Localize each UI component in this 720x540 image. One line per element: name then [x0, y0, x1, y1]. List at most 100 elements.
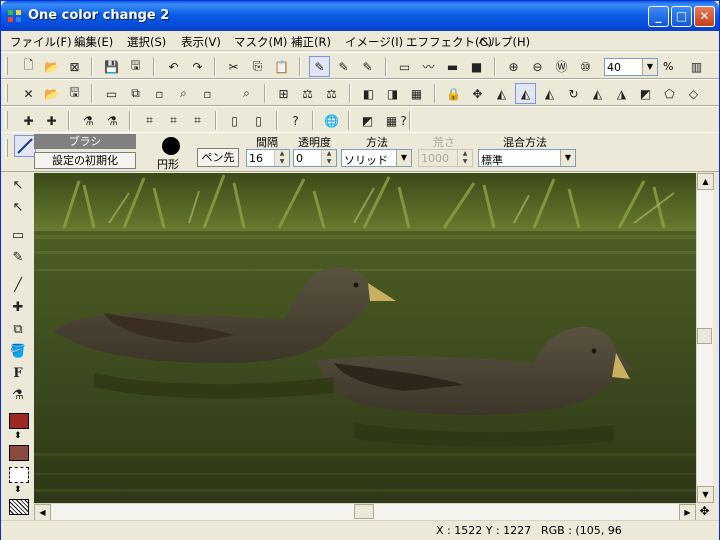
scroll-up-icon[interactable]: ▲ [697, 173, 714, 190]
image-canvas[interactable] [34, 173, 696, 503]
pointer-icon[interactable]: ↖ [7, 175, 29, 195]
new-file-icon[interactable]: 🗋 [18, 56, 39, 77]
clone-icon[interactable]: ⧉ [7, 319, 29, 339]
scroll-down-icon[interactable]: ▼ [697, 486, 714, 503]
maximize-button[interactable]: □ [671, 6, 692, 27]
perspective-icon[interactable]: ⬠ [659, 83, 680, 104]
triangle-pressed-icon[interactable]: ◭ [515, 83, 536, 104]
minimize-button[interactable]: _ [648, 6, 669, 27]
crop-3-icon[interactable]: ⌗ [187, 110, 208, 131]
zoom-select[interactable]: 40 ▼ [604, 58, 658, 76]
blend-select[interactable]: 標準 ▼ [478, 149, 576, 167]
save-icon[interactable]: 💾 [101, 56, 122, 77]
cut-icon[interactable]: ✂ [223, 56, 244, 77]
frame-red-icon[interactable]: ▬ [442, 56, 463, 77]
menu-view[interactable]: 表示(V) [181, 34, 221, 50]
select-blank-icon[interactable]: ▫ [149, 83, 170, 104]
vertical-scrollbar[interactable]: ▲ ▼ [696, 173, 714, 503]
color-replace-icon[interactable]: ✚ [18, 110, 39, 131]
save-sub-icon[interactable]: 🖫 [64, 83, 85, 104]
triangle-2-icon[interactable]: ◭ [539, 83, 560, 104]
move-view-icon[interactable]: ✥ [696, 503, 713, 520]
frame-gray-icon[interactable]: ■ [466, 56, 487, 77]
chevron-down-icon[interactable]: ▼ [642, 59, 657, 75]
select-zoom-2-icon[interactable]: ⌕ [236, 83, 257, 104]
paste-icon[interactable]: 📋 [271, 56, 292, 77]
scale-icon[interactable]: ⚖ [321, 83, 342, 104]
swap-mask-icon[interactable]: ⬍ [14, 485, 22, 495]
skew-icon[interactable]: ◩ [635, 83, 656, 104]
page-icon[interactable]: ▯ [224, 110, 245, 131]
fill-bucket-icon[interactable]: 🪣 [7, 341, 29, 361]
menu-help[interactable]: ヘルプ(H) [478, 34, 530, 50]
help-doc-icon[interactable]: ? [285, 110, 306, 131]
pointer-lasso-icon[interactable]: ↖ [7, 197, 29, 217]
scroll-right-icon[interactable]: ▶ [679, 504, 696, 521]
help-icon[interactable]: ? [393, 110, 414, 131]
close-file-icon[interactable]: ⊠ [64, 56, 85, 77]
undo-icon[interactable]: ↶ [163, 56, 184, 77]
brush-tool-icon[interactable] [14, 135, 36, 157]
select-zoom-icon[interactable]: ⌕ [173, 83, 194, 104]
tone-icon[interactable]: ⊞ [273, 83, 294, 104]
edit-mode-icon[interactable]: ✎ [309, 56, 330, 77]
edit-mode-3-icon[interactable]: ✎ [357, 56, 378, 77]
menu-adjust[interactable]: 補正(R) [291, 34, 331, 50]
gradient-icon[interactable]: ◩ [357, 110, 378, 131]
redo-icon[interactable]: ↷ [187, 56, 208, 77]
triangle-icon[interactable]: ◭ [491, 83, 512, 104]
select-copy-icon[interactable]: ⧉ [125, 83, 146, 104]
eyedropper-icon[interactable]: ⚗ [78, 110, 99, 131]
menu-file[interactable]: ファイル(F) [10, 34, 72, 50]
eyedropper-2-icon[interactable]: ⚗ [102, 110, 123, 131]
lock-icon[interactable]: 🔒 [443, 83, 464, 104]
crop-icon[interactable]: ⌗ [139, 110, 160, 131]
eyedropper-tool-icon[interactable]: ⚗ [7, 385, 29, 405]
flip-icon[interactable]: ◮ [611, 83, 632, 104]
mosaic-icon[interactable]: ▦ [406, 83, 427, 104]
brush-name[interactable]: ブラシ [34, 134, 136, 149]
page-2-icon[interactable]: ▯ [248, 110, 269, 131]
copy-icon[interactable]: ⎘ [247, 56, 268, 77]
swap-colors-icon[interactable]: ⬍ [14, 431, 22, 441]
rect-select-icon[interactable]: ▭ [7, 225, 29, 245]
histogram-icon[interactable]: ▥ [686, 56, 707, 77]
pencil-icon[interactable]: ✎ [7, 247, 29, 267]
opacity-stepper[interactable]: 0 ▲ ▼ [293, 149, 337, 167]
background-color-swatch[interactable] [9, 445, 29, 461]
chevron-down-icon[interactable]: ▼ [560, 150, 575, 166]
horizontal-scroll-thumb[interactable] [354, 504, 374, 519]
distort-icon[interactable]: ◇ [683, 83, 704, 104]
select-rect-icon[interactable]: ▭ [101, 83, 122, 104]
reset-settings-button[interactable]: 設定の初期化 [34, 152, 136, 169]
interval-stepper[interactable]: 16 ▲ ▼ [246, 149, 290, 167]
title-bar[interactable]: One color change 2 _ □ ✕ [1, 1, 719, 31]
text-tool-icon[interactable]: F [7, 363, 29, 383]
color-replace-tool-icon[interactable]: ✚ [7, 297, 29, 317]
pattern-swatch[interactable] [9, 499, 29, 515]
invert-icon[interactable]: ◨ [382, 83, 403, 104]
select-gray-icon[interactable]: ▫ [197, 83, 218, 104]
crop-2-icon[interactable]: ⌗ [163, 110, 184, 131]
chevron-down-icon[interactable]: ▼ [396, 150, 411, 166]
flip-h-icon[interactable]: ◭ [587, 83, 608, 104]
menu-mask[interactable]: マスク(M) [234, 34, 287, 50]
zoom-100-icon[interactable]: ⑩ [575, 56, 596, 77]
menu-image[interactable]: イメージ(I) [345, 34, 403, 50]
frame-wave-icon[interactable]: 〰 [418, 56, 439, 77]
mask-swatch[interactable] [9, 467, 29, 483]
open-file-icon[interactable]: 📂 [41, 56, 62, 77]
menu-edit[interactable]: 編集(E) [74, 34, 113, 50]
move-icon[interactable]: ✥ [467, 83, 488, 104]
web-icon[interactable]: 🌐 [321, 110, 342, 131]
foreground-color-swatch[interactable] [9, 413, 29, 429]
spin-arrows-icon[interactable]: ▲ ▼ [274, 150, 289, 166]
method-select[interactable]: ソリッド ▼ [341, 149, 412, 167]
edit-mode-2-icon[interactable]: ✎ [333, 56, 354, 77]
open-sub-icon[interactable]: 📂 [41, 83, 62, 104]
zoom-fit-width-icon[interactable]: Ⓦ [551, 56, 572, 77]
scroll-left-icon[interactable]: ◀ [34, 504, 51, 521]
zoom-in-icon[interactable]: ⊕ [503, 56, 524, 77]
brush-icon[interactable]: ╱ [7, 275, 29, 295]
color-replace-2-icon[interactable]: ✚ [41, 110, 62, 131]
